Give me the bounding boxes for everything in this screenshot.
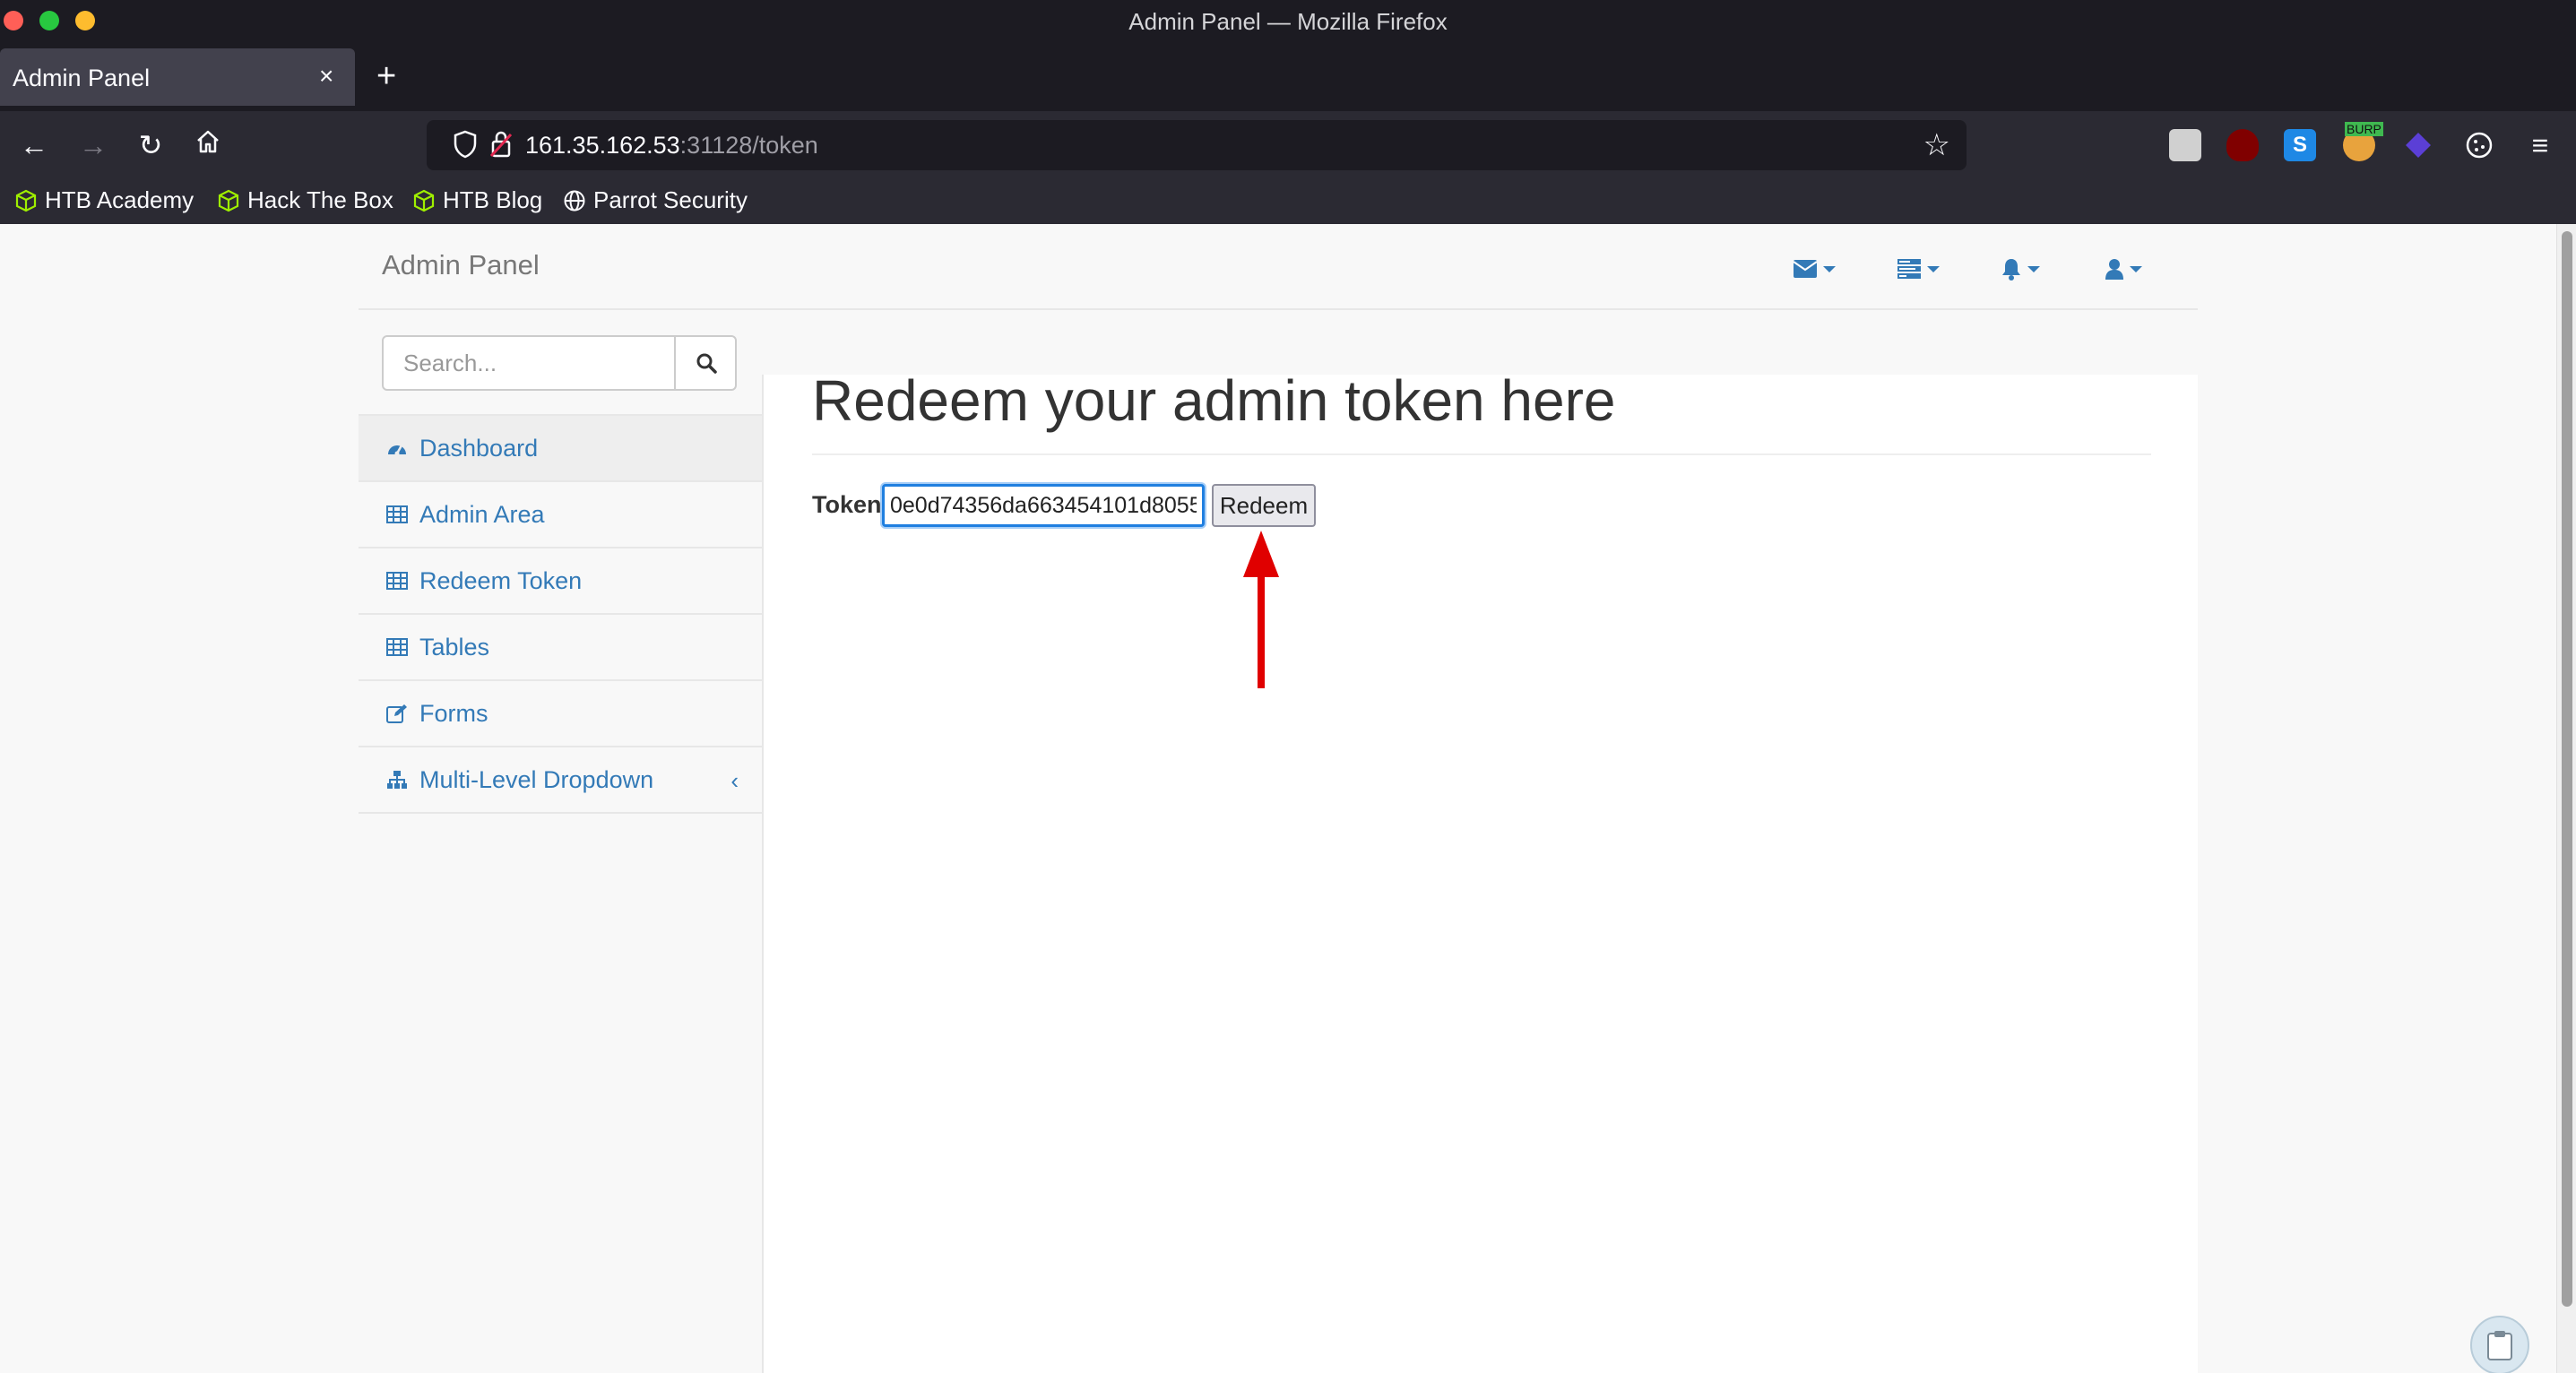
back-arrow-icon[interactable]: ← [16,127,52,163]
ublock-icon[interactable] [2226,129,2259,161]
url-host: 161.35.162.53 [525,132,680,159]
table-icon [385,635,409,659]
htb-cube-icon [413,189,435,212]
bookmark-label: Hack The Box [247,186,393,213]
bookmark-star-icon[interactable]: ☆ [1923,127,1950,163]
htb-cube-icon [15,189,37,212]
bookmark-htb-blog[interactable]: HTB Blog [412,186,542,214]
globe-icon [564,190,585,211]
sidebar-item-label: Multi-Level Dropdown [419,765,654,793]
bookmark-label: HTB Academy [45,186,194,213]
edit-icon [385,702,409,725]
url-path: :31128/token [679,132,818,159]
bookmark-parrot-security[interactable]: Parrot Security [563,186,748,214]
caret-down-icon [2130,265,2142,272]
sidebar-item-forms[interactable]: Forms [359,679,762,746]
tab-label: Admin Panel [13,65,151,91]
search-button[interactable] [674,337,737,389]
messages-dropdown[interactable] [1793,251,1836,287]
tasks-icon [1897,259,1921,279]
navbar-brand[interactable]: Admin Panel [382,249,540,281]
sidebar-item-label: Admin Area [419,500,545,528]
page-scrollbar[interactable] [2556,224,2576,1373]
scrollbar-thumb[interactable] [2562,231,2572,1307]
new-tab-button[interactable]: + [376,59,396,93]
window-titlebar: Admin Panel — Mozilla Firefox [0,0,2576,41]
close-tab-icon[interactable]: × [319,64,333,89]
caret-down-icon [2027,265,2040,272]
tasks-dropdown[interactable] [1897,251,1940,287]
htb-cube-icon [218,189,239,212]
bookmark-label: HTB Blog [443,186,543,213]
sidebar-search [382,335,737,391]
annotation-arrow-icon [1243,531,1279,688]
table-icon [385,569,409,592]
table-icon [385,503,409,526]
forward-arrow-icon[interactable]: → [75,127,111,163]
hamburger-menu-icon[interactable]: ≡ [2522,127,2558,163]
token-label: Token [812,491,882,518]
token-input[interactable] [882,484,1205,527]
sidebar-item-dashboard[interactable]: Dashboard [359,414,762,480]
sidebar-item-redeem-token[interactable]: Redeem Token [359,547,762,613]
redeem-button[interactable]: Redeem [1212,484,1316,527]
caret-down-icon [1823,265,1836,272]
bookmarks-toolbar: HTB Academy Hack The Box HTB Blog Parrot… [0,179,2576,224]
bell-icon [2002,259,2020,281]
window-title: Admin Panel — Mozilla Firefox [1128,8,1448,35]
reload-icon[interactable]: ↻ [133,127,169,163]
search-icon [696,353,717,374]
sidebar-item-label: Redeem Token [419,566,583,594]
sidebar-item-multi-level-dropdown[interactable]: Multi-Level Dropdown ‹ [359,746,762,812]
chevron-left-icon: ‹ [730,767,739,794]
hackbar-icon[interactable] [2169,129,2201,161]
sidebar-menu: Dashboard Admin Area Redeem Token Tables [359,414,762,814]
tab-strip: Admin Panel × + [0,41,2576,111]
sidebar-item-admin-area[interactable]: Admin Area [359,480,762,547]
top-navbar: Admin Panel [359,224,2198,310]
url-text[interactable]: 161.35.162.53:31128/token [525,132,818,160]
burp-badge: BURP [2345,122,2383,136]
tab-admin-panel[interactable]: Admin Panel × [0,48,355,106]
sidebar-item-label: Tables [419,633,490,661]
sitemap-icon [385,768,409,791]
caret-down-icon [1927,265,1940,272]
s-extension-icon[interactable]: S [2284,129,2316,161]
dashboard-icon [385,436,409,460]
clipboard-icon[interactable] [2470,1316,2529,1373]
burp-icon[interactable]: BURP [2343,122,2383,161]
bookmark-hack-the-box[interactable]: Hack The Box [217,186,393,214]
user-icon [2105,259,2123,280]
page-viewport: Admin Panel Search... Dashboard Admin Ar… [0,224,2576,1373]
search-input[interactable] [384,337,674,389]
envelope-icon [1793,260,1818,278]
user-dropdown[interactable] [2105,251,2142,287]
insecure-lock-icon[interactable] [488,129,516,161]
tracking-shield-icon[interactable] [452,129,480,161]
alerts-dropdown[interactable] [2001,251,2040,287]
cookie-icon[interactable] [2463,129,2495,161]
header-divider [812,453,2151,455]
url-bar[interactable]: 161.35.162.53:31128/token ☆ [427,120,1967,170]
bookmark-label: Parrot Security [593,186,748,213]
navigation-toolbar: ← → ↻ 161.35.162.53:31128/token ☆ S BURP… [0,111,2576,179]
page-title: Redeem your admin token here [812,368,1616,433]
sidebar-item-label: Dashboard [419,434,539,462]
page-content: Redeem your admin token here Token Redee… [762,368,2198,1373]
home-icon[interactable] [190,127,226,163]
bookmark-htb-academy[interactable]: HTB Academy [14,186,194,214]
sidebar-item-tables[interactable]: Tables [359,613,762,679]
purple-diamond-icon[interactable] [2402,129,2434,161]
sidebar-item-label: Forms [419,699,488,727]
